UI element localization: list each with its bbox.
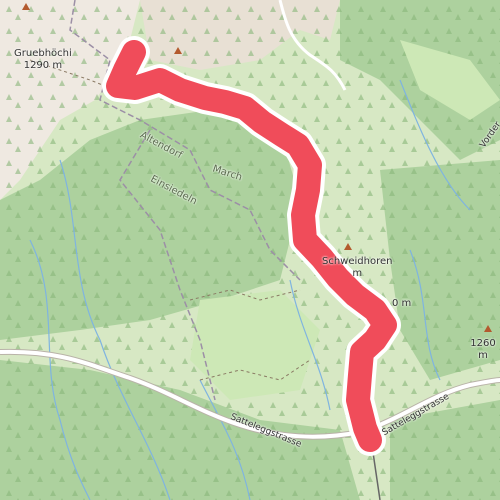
peak-label-schweidhoren: Schweidhoren m [322,256,392,280]
peak-label-unnamed: 0 m [392,298,411,310]
peak-label-gruebhoechi: Gruebhöchi 1290 m [14,48,72,72]
peak-name: Gruebhöchi [14,48,72,59]
peak-label-1260: 1260 m [466,338,500,362]
map-canvas[interactable]: Gruebhöchi 1290 m Schweidhoren m 0 m 126… [0,0,500,500]
peak-name: Schweidhoren [322,256,393,267]
peak-elevation: m [352,268,363,279]
peak-elevation: 0 m [392,298,412,309]
peak-elevation: 1260 m [470,338,496,361]
peak-elevation: 1290 m [23,60,63,71]
